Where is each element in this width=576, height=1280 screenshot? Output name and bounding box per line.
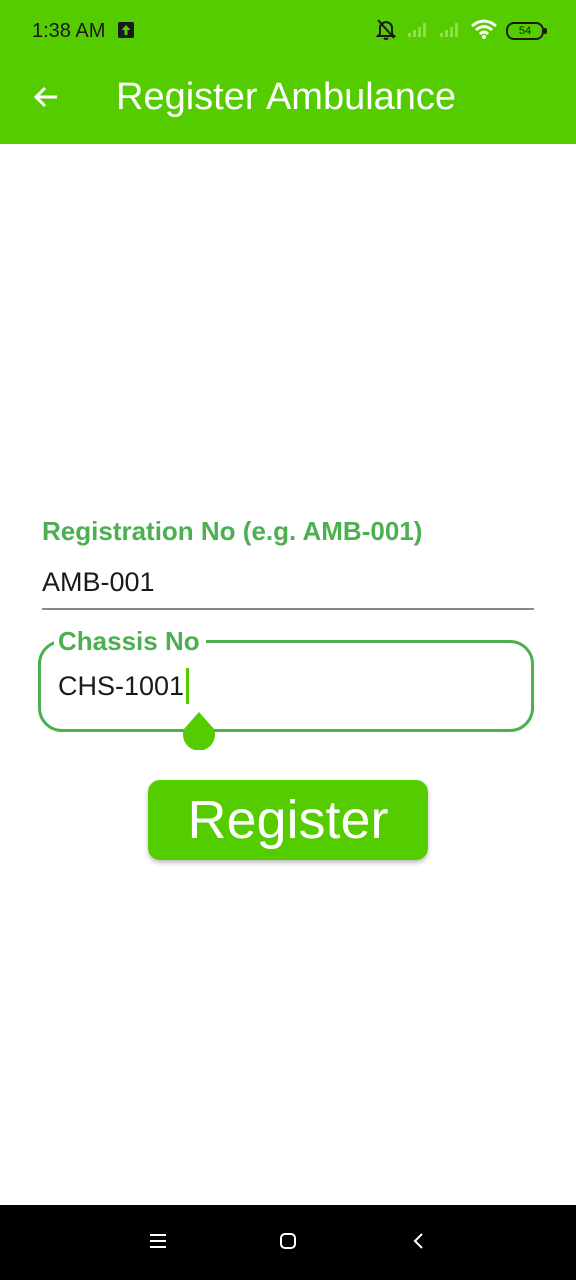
menu-icon xyxy=(148,1231,168,1256)
page-title: Register Ambulance xyxy=(116,76,457,118)
arrow-left-icon xyxy=(32,83,60,116)
caret-handle[interactable] xyxy=(181,712,217,751)
chassis-label: Chassis No xyxy=(54,626,206,657)
upload-icon xyxy=(118,22,134,38)
system-back-button[interactable] xyxy=(399,1223,439,1263)
registration-input[interactable] xyxy=(42,556,534,610)
signal-icon xyxy=(406,19,430,44)
chassis-input[interactable]: CHS-1001 xyxy=(58,664,190,708)
screen: 1:38 AM 54 Register Ambulance Registrati… xyxy=(0,0,576,1280)
battery-icon: 54 xyxy=(506,22,547,40)
silent-bell-icon xyxy=(374,17,398,46)
registration-label: Registration No (e.g. AMB-001) xyxy=(42,516,423,546)
text-caret xyxy=(186,668,190,704)
status-icons: 54 xyxy=(374,17,547,46)
status-bar: 1:38 AM 54 xyxy=(0,0,576,62)
chassis-value: CHS-1001 xyxy=(58,670,185,701)
register-button[interactable]: Register xyxy=(148,780,428,860)
navigation-bar xyxy=(0,1205,576,1280)
back-button[interactable] xyxy=(26,79,66,119)
menu-button[interactable] xyxy=(138,1223,178,1263)
status-time: 1:38 AM xyxy=(32,20,106,42)
home-button[interactable] xyxy=(268,1223,308,1263)
app-bar: Register Ambulance xyxy=(0,62,576,144)
home-icon xyxy=(278,1231,298,1256)
signal-icon xyxy=(438,19,462,44)
back-icon xyxy=(409,1231,429,1256)
wifi-icon xyxy=(470,17,498,46)
